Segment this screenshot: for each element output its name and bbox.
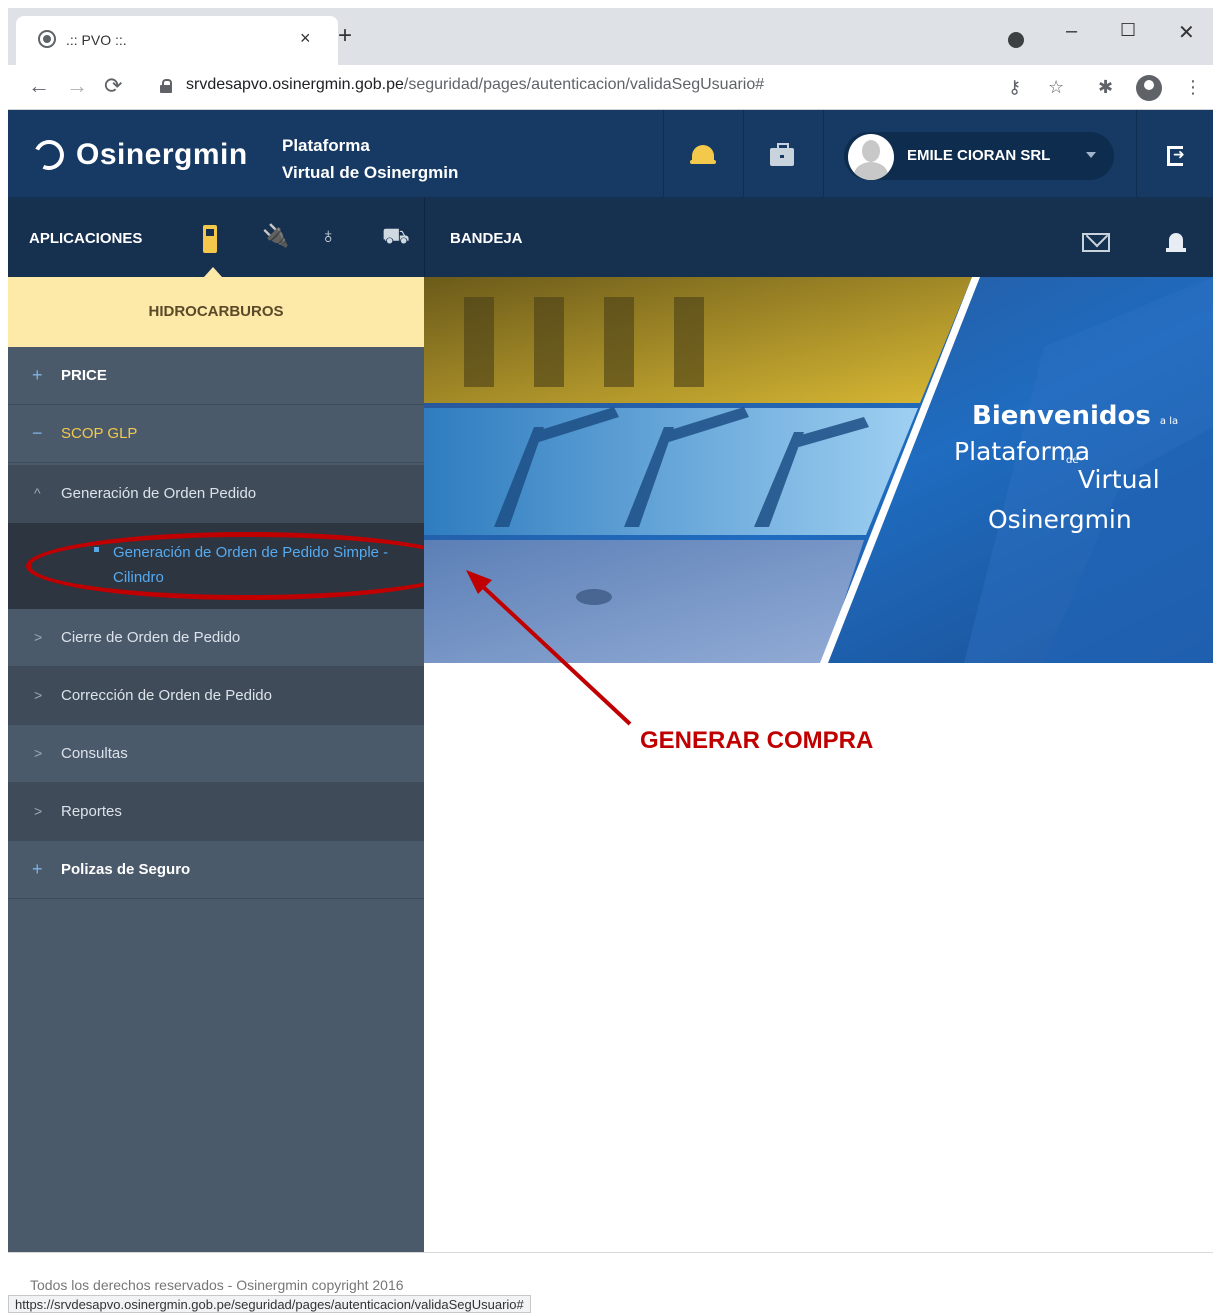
footer-copyright: Todos los derechos reservados - Osinergm… bbox=[30, 1277, 404, 1293]
status-bar-url: https://srvdesapvo.osinergmin.gob.pe/seg… bbox=[8, 1295, 531, 1313]
annotation-arrow bbox=[466, 570, 632, 726]
annotation-label: GENERAR COMPRA bbox=[640, 727, 874, 754]
footer-divider bbox=[8, 1252, 1213, 1253]
browser-window: .:: PVO ::. × + – ☐ ✕ ← → ⟳ srvdesapvo.o… bbox=[8, 8, 1213, 1313]
